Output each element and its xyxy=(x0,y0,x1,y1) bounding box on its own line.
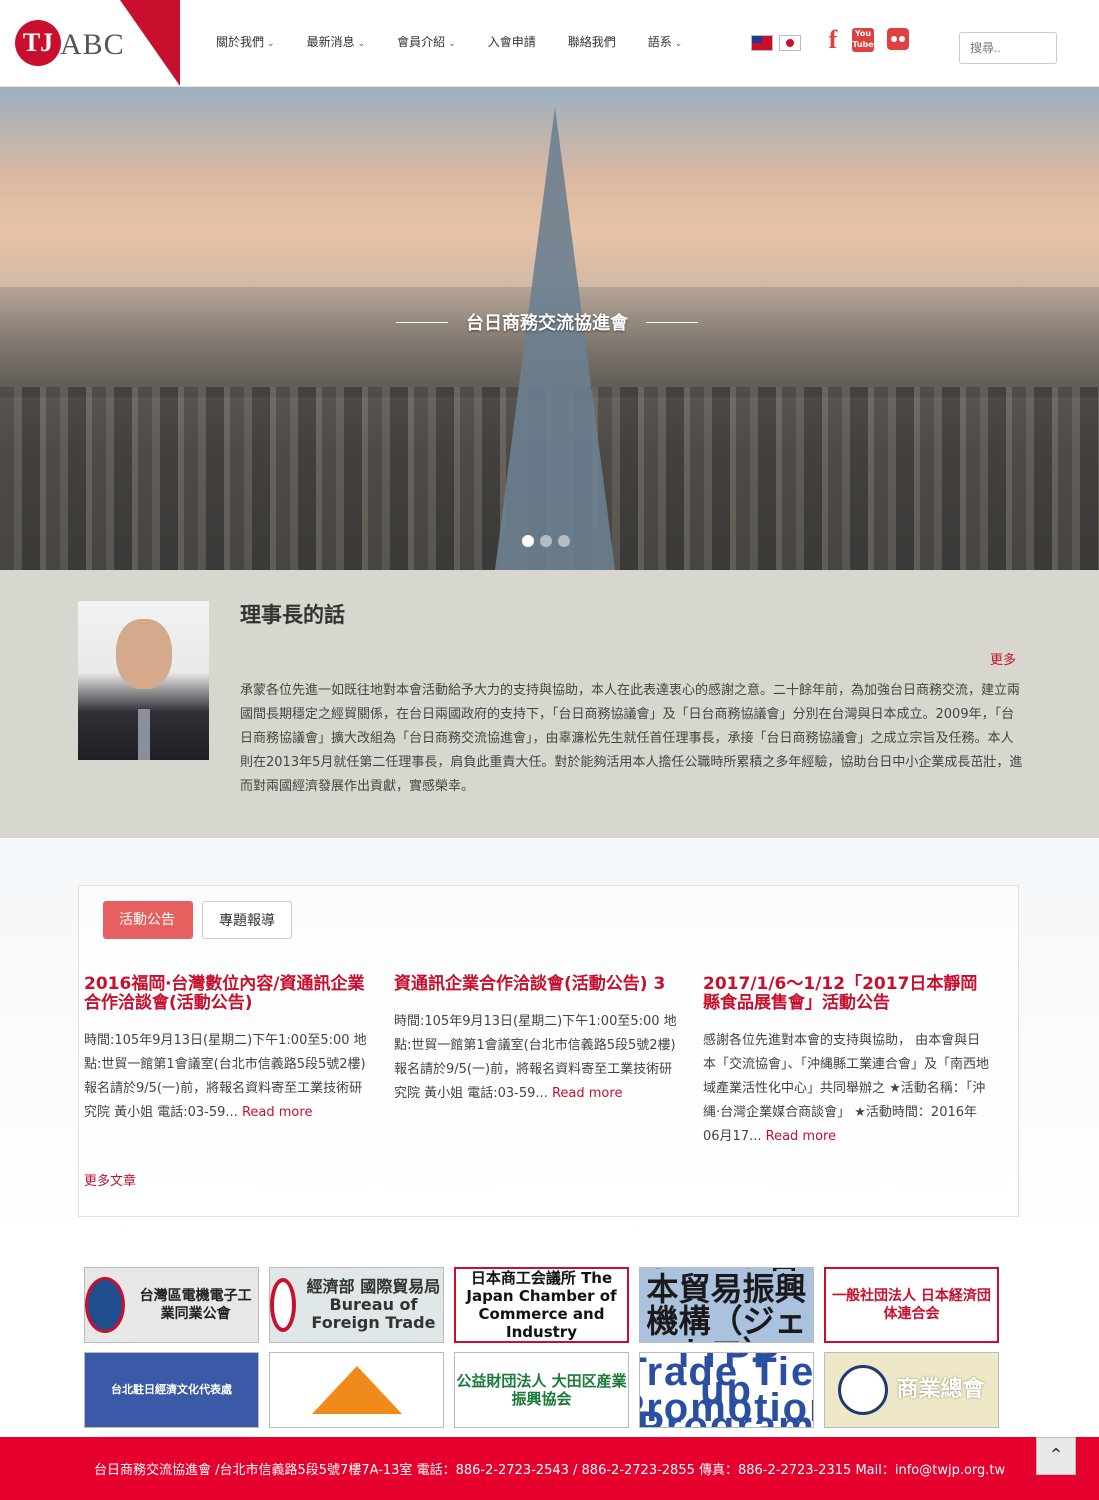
hero-title: 台日商務交流協進會 xyxy=(466,313,628,334)
tab-announcements[interactable]: 活動公告 xyxy=(103,901,193,939)
partner-logo-tecro[interactable]: 台北駐日經濟文化代表處 xyxy=(84,1352,259,1428)
boft-logo-icon xyxy=(270,1278,296,1332)
partner-label: 經濟部 國際貿易局 Bureau of Foreign Trade xyxy=(306,1277,441,1332)
nav-contact[interactable]: 聯絡我們 xyxy=(552,32,632,52)
partner-logo-teema[interactable]: 台灣區電機電子工業同業公會 xyxy=(84,1267,259,1343)
partner-label: TTPP Trade Tie-up Promotion Program xyxy=(639,1352,814,1428)
roc-ccc-logo-icon xyxy=(838,1365,889,1415)
search-input[interactable] xyxy=(959,32,1057,64)
slider-dots xyxy=(522,535,570,547)
slider-dot-1[interactable] xyxy=(522,535,534,547)
chevron-down-icon: ⌄ xyxy=(267,39,275,49)
hero-divider-left xyxy=(396,321,448,323)
nav-members[interactable]: 會員介紹 ⌄ xyxy=(381,32,472,52)
partner-logo-jcci[interactable]: 日本商工会議所 The Japan Chamber of Commerce an… xyxy=(454,1267,629,1343)
partner-logo-pio[interactable]: 公益財団法人 大田区産業振興協会 xyxy=(454,1352,629,1428)
nav-members-label: 會員介紹 xyxy=(397,35,446,49)
logo-red-stripe xyxy=(120,0,180,86)
partner-label: 公益財団法人 大田区産業振興協会 xyxy=(456,1372,627,1408)
tab-features[interactable]: 專題報導 xyxy=(202,901,292,939)
slider-dot-3[interactable] xyxy=(558,535,570,547)
teema-logo-icon xyxy=(85,1277,126,1333)
article-card: 資通訊企業合作洽談會(活動公告) 3 時間:105年9月13日(星期二)下午1:… xyxy=(394,975,684,1106)
hero-caption: 台日商務交流協進會 xyxy=(387,307,707,337)
article-title[interactable]: 2017/1/6～1/12「2017日本靜岡縣食品展售會」活動公告 xyxy=(703,975,993,1013)
chevron-down-icon: ⌄ xyxy=(448,39,456,49)
article-card: 2017/1/6～1/12「2017日本靜岡縣食品展售會」活動公告 感謝各位先進… xyxy=(703,975,993,1149)
chairman-face xyxy=(116,619,172,689)
hero-tower-image xyxy=(495,107,615,570)
nav-language[interactable]: 語系 ⌄ xyxy=(632,32,699,52)
chairman-tie xyxy=(138,709,150,760)
japan-flag-icon[interactable] xyxy=(779,35,801,51)
nav-contact-label: 聯絡我們 xyxy=(567,35,616,49)
partner-logo-keidanren[interactable]: 一般社団法人 日本経済団体連合会 xyxy=(824,1267,999,1343)
partner-logo-roc-ccc[interactable]: 商業總會 xyxy=(824,1352,999,1428)
partner-label: 台灣區電機電子工業同業公會 xyxy=(139,1288,252,1322)
partner-logo-boft[interactable]: 經濟部 國際貿易局 Bureau of Foreign Trade xyxy=(269,1267,444,1343)
article-excerpt: 時間:105年9月13日(星期二)下午1:00至5:00 地點:世貿一館第1會議… xyxy=(84,1029,374,1125)
back-to-top-button[interactable]: ⌃ xyxy=(1036,1437,1076,1475)
site-header: TJ ABC 關於我們 ⌄ 最新消息 ⌄ 會員介紹 ⌄ 入會申請 聯絡我們 語系 ⌄ f… xyxy=(0,0,1099,87)
nav-about[interactable]: 關於我們 ⌄ xyxy=(200,32,291,52)
nav-news[interactable]: 最新消息 ⌄ xyxy=(291,32,382,52)
article-excerpt-text: 時間:105年9月13日(星期二)下午1:00至5:00 地點:世貿一館第1會議… xyxy=(394,1014,677,1101)
chairman-photo xyxy=(78,601,209,760)
article-card: 2016福岡‧台灣數位內容/資通訊企業合作洽談會(活動公告) 時間:105年9月… xyxy=(84,975,374,1125)
article-title[interactable]: 資通訊企業合作洽談會(活動公告) 3 xyxy=(394,975,684,994)
twc-logo-icon xyxy=(311,1366,402,1414)
partner-label: 一般社団法人 日本経済団体連合会 xyxy=(832,1288,991,1322)
read-more-link[interactable]: Read more xyxy=(766,1129,836,1144)
flickr-icon[interactable] xyxy=(887,28,909,50)
chairman-title: 理事長的話 xyxy=(240,603,345,627)
nav-news-label: 最新消息 xyxy=(306,35,355,49)
nav-about-label: 關於我們 xyxy=(216,35,265,49)
article-excerpt-text: 時間:105年9月13日(星期二)下午1:00至5:00 地點:世貿一館第1會議… xyxy=(84,1033,367,1120)
partner-label: JETRO 日本貿易振興機構（ジェトロ） xyxy=(646,1268,807,1342)
hero-slider: 台日商務交流協進會 xyxy=(0,87,1099,570)
nav-join-label: 入會申請 xyxy=(487,35,536,49)
news-panel: 活動公告 專題報導 2016福岡‧台灣數位內容/資通訊企業合作洽談會(活動公告)… xyxy=(78,885,1019,1217)
partner-logo-twc[interactable] xyxy=(269,1352,444,1428)
nav-language-label: 語系 xyxy=(647,35,672,49)
article-excerpt: 時間:105年9月13日(星期二)下午1:00至5:00 地點:世貿一館第1會議… xyxy=(394,1010,684,1106)
chairman-more-link[interactable]: 更多 xyxy=(990,649,1016,668)
logo-text: ABC xyxy=(60,28,125,61)
site-footer: 台日商務交流協進會 /台北市信義路5段5號7樓7A-13室 電話：886-2-2… xyxy=(0,1437,1099,1500)
slider-dot-2[interactable] xyxy=(540,535,552,547)
chevron-down-icon: ⌄ xyxy=(674,39,683,49)
logo-circle: TJ xyxy=(15,20,61,66)
partner-label: 台北駐日經濟文化代表處 xyxy=(111,1383,232,1396)
partner-logo-jetro[interactable]: JETRO 日本貿易振興機構（ジェトロ） xyxy=(639,1267,814,1343)
chairman-section: 理事長的話 更多 承蒙各位先進一如既往地對本會活動給予大力的支持與協助，本人在此… xyxy=(0,570,1099,838)
article-excerpt: 感謝各位先進對本會的支持與協助， 由本會與日本「交流協會」、「沖縄縣工業連合會」… xyxy=(703,1029,993,1149)
taiwan-flag-icon[interactable] xyxy=(751,35,773,51)
footer-contact-text: 台日商務交流協進會 /台北市信義路5段5號7樓7A-13室 電話：886-2-2… xyxy=(94,1463,1006,1478)
article-title[interactable]: 2016福岡‧台灣數位內容/資通訊企業合作洽談會(活動公告) xyxy=(84,975,374,1013)
partner-label: 日本商工会議所 The Japan Chamber of Commerce an… xyxy=(466,1269,617,1341)
nav-join[interactable]: 入會申請 xyxy=(472,32,552,52)
more-articles-link[interactable]: 更多文章 xyxy=(84,1170,136,1189)
hero-divider-right xyxy=(646,321,698,323)
article-excerpt-text: 感謝各位先進對本會的支持與協助， 由本會與日本「交流協會」、「沖縄縣工業連合會」… xyxy=(703,1033,990,1144)
chevron-down-icon: ⌄ xyxy=(357,39,366,49)
read-more-link[interactable]: Read more xyxy=(242,1105,312,1120)
facebook-icon[interactable]: f xyxy=(822,27,844,53)
partner-label: 商業總會 xyxy=(896,1377,985,1402)
chairman-message: 承蒙各位先進一如既往地對本會活動給予大力的支持與協助，本人在此表達衷心的感謝之意… xyxy=(240,683,1023,794)
youtube-icon[interactable]: You Tube xyxy=(852,28,874,52)
read-more-link[interactable]: Read more xyxy=(552,1086,622,1101)
partner-logo-ttpp[interactable]: TTPP Trade Tie-up Promotion Program xyxy=(639,1352,814,1428)
main-nav: 關於我們 ⌄ 最新消息 ⌄ 會員介紹 ⌄ 入會申請 聯絡我們 語系 ⌄ xyxy=(200,32,698,52)
site-logo[interactable]: TJ ABC xyxy=(0,0,185,86)
